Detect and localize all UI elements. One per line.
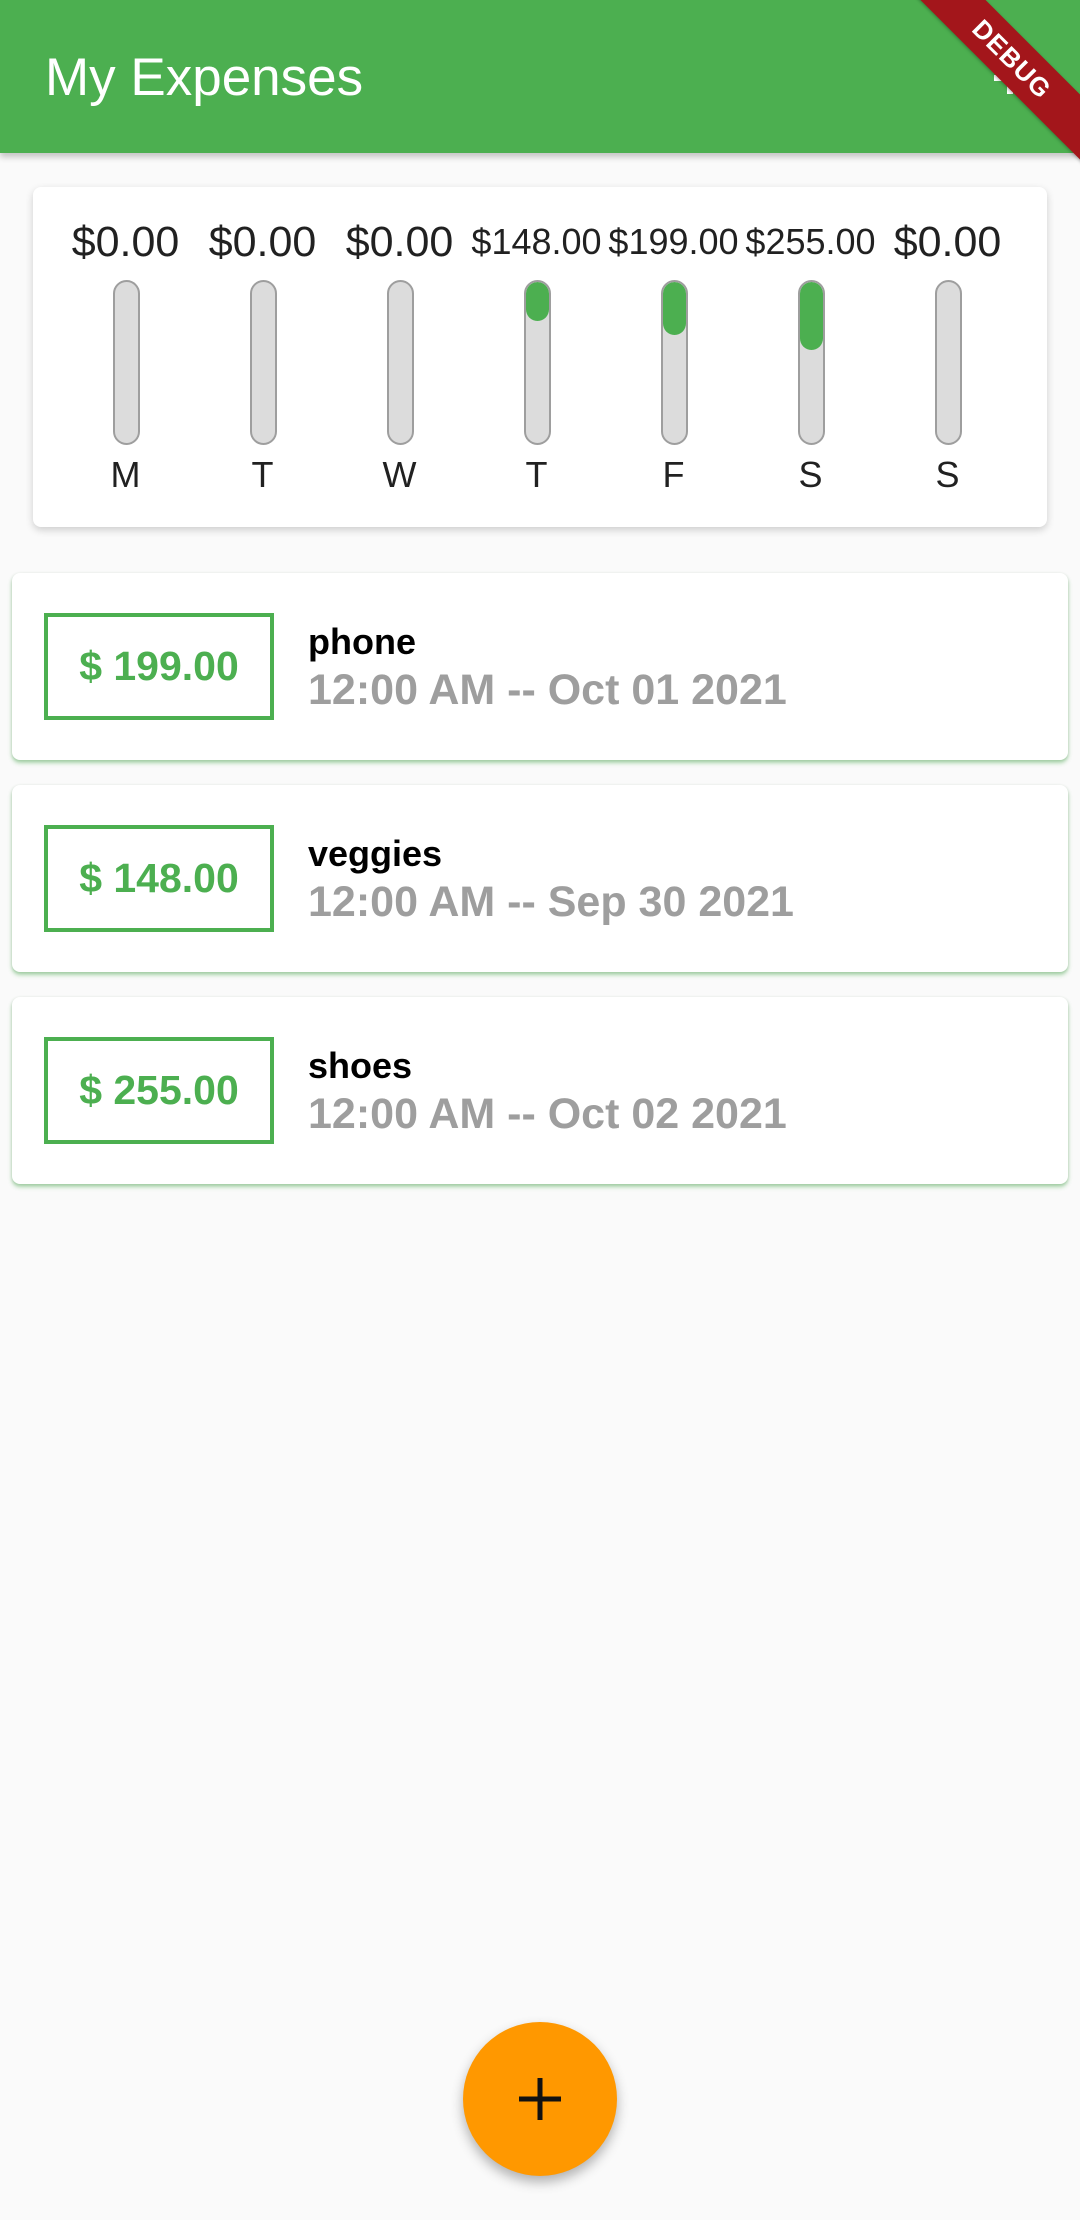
bar-day-label: S <box>935 454 960 495</box>
add-icon <box>519 2078 561 2120</box>
chart-bar-column: $0.00 W <box>331 187 468 527</box>
bar-day-label: T <box>525 454 548 495</box>
transaction-date: 12:00 AM -- Oct 01 2021 <box>308 666 787 714</box>
bar-day-label: W <box>382 454 417 495</box>
app-screen: My Expenses DEBUG $0.00 M $0.00 T $0.00 … <box>0 0 1080 2220</box>
transaction-date: 12:00 AM -- Oct 02 2021 <box>308 1090 787 1138</box>
bar-track <box>523 280 551 445</box>
chart-bar-column: $199.00 F <box>605 187 742 527</box>
transaction-card[interactable]: $ 148.00 veggies 12:00 AM -- Sep 30 2021 <box>12 785 1068 972</box>
transaction-card[interactable]: $ 199.00 phone 12:00 AM -- Oct 01 2021 <box>12 573 1068 760</box>
bar-amount-label: $148.00 <box>471 221 602 262</box>
bar-track <box>112 280 140 445</box>
bar-track <box>249 280 277 445</box>
bar-track <box>934 280 962 445</box>
chart-bar-column: $0.00 T <box>194 187 331 527</box>
chart-bar-column: $255.00 S <box>742 187 879 527</box>
add-icon[interactable] <box>986 54 1034 102</box>
transaction-title: veggies <box>308 833 443 874</box>
bar-day-label: S <box>798 454 823 495</box>
bar-amount-label: $0.00 <box>345 218 454 266</box>
bar-day-label: M <box>110 454 141 495</box>
transaction-date: 12:00 AM -- Sep 30 2021 <box>308 878 794 926</box>
bar-amount-label: $0.00 <box>893 218 1002 266</box>
chart-bar-column: $0.00 S <box>879 187 1016 527</box>
transaction-title: shoes <box>308 1045 413 1086</box>
bar-track <box>386 280 414 445</box>
bar-amount-label: $255.00 <box>745 221 876 262</box>
transaction-amount-box: $ 199.00 <box>44 613 274 720</box>
add-expense-fab[interactable] <box>463 2022 617 2176</box>
bar-fill <box>662 282 686 336</box>
bar-amount-label: $0.00 <box>208 218 317 266</box>
bar-fill <box>525 282 549 322</box>
bar-track <box>797 280 825 445</box>
transaction-amount: $ 255.00 <box>79 1067 239 1113</box>
weekly-chart-card: $0.00 M $0.00 T $0.00 W $148.00 T $199.0… <box>33 187 1047 527</box>
chart-bar-column: $148.00 T <box>468 187 605 527</box>
bar-amount-label: $199.00 <box>608 221 739 262</box>
transaction-amount-box: $ 255.00 <box>44 1037 274 1144</box>
transaction-amount: $ 199.00 <box>79 643 239 689</box>
app-bar: My Expenses <box>0 0 1080 153</box>
bar-day-label: F <box>662 454 685 495</box>
chart-bar-column: $0.00 M <box>57 187 194 527</box>
bar-fill <box>799 282 823 351</box>
bar-day-label: T <box>251 454 274 495</box>
transaction-amount-box: $ 148.00 <box>44 825 274 932</box>
transaction-card[interactable]: $ 255.00 shoes 12:00 AM -- Oct 02 2021 <box>12 997 1068 1184</box>
bar-track <box>660 280 688 445</box>
transaction-amount: $ 148.00 <box>79 855 239 901</box>
transaction-title: phone <box>308 621 416 662</box>
bar-amount-label: $0.00 <box>71 218 180 266</box>
app-title: My Expenses <box>45 48 364 107</box>
